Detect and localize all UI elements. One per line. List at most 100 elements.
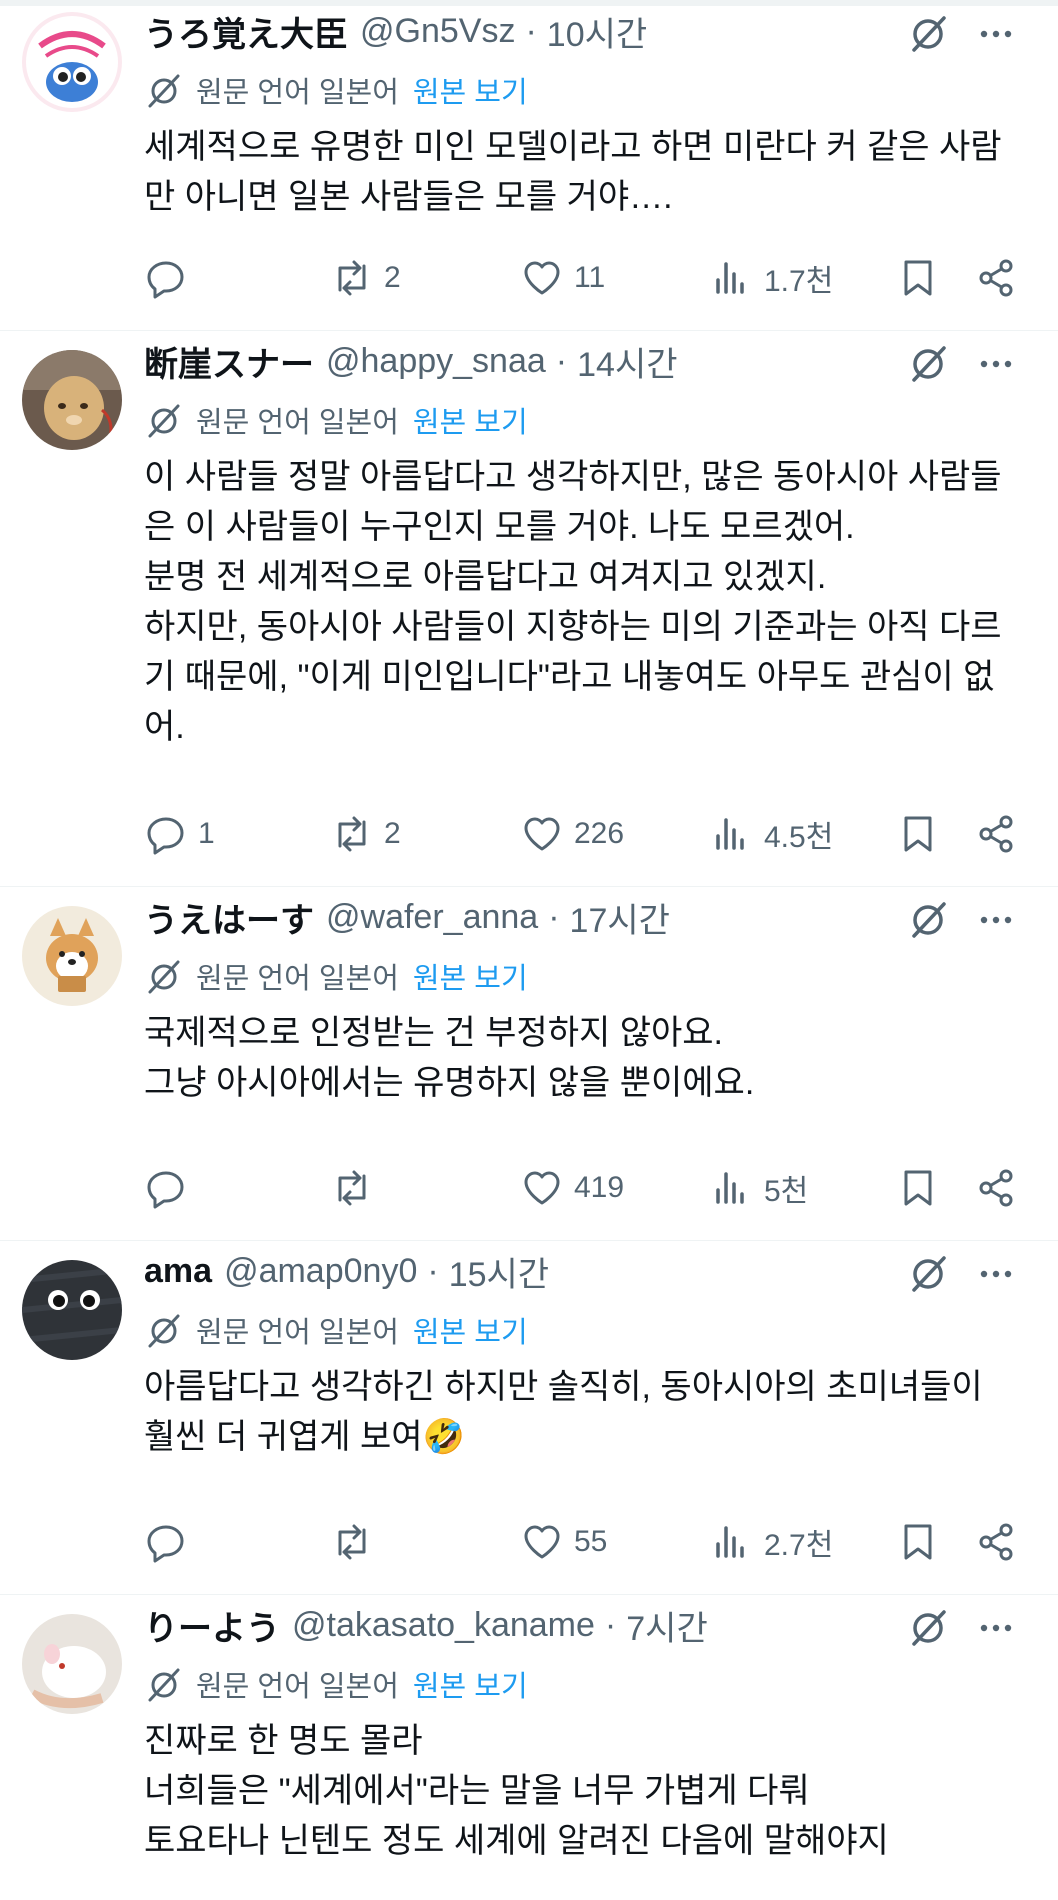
retweet-button[interactable]: 2 [330,804,401,864]
show-original-link[interactable]: 원본 보기 [413,955,528,997]
share-button[interactable] [974,248,1018,308]
retweet-count: 2 [384,261,401,294]
separator-dot: · [525,11,537,50]
tweet-actions: 55 2.7천 [0,1512,1058,1572]
user-handle[interactable]: @happy_snaa [326,342,546,381]
translate-icon [144,1310,184,1350]
more-icon[interactable] [972,1604,1020,1652]
grok-icon[interactable] [904,896,952,944]
views-icon [716,1172,744,1204]
reply-button[interactable]: 1 [144,804,215,864]
display-name[interactable]: うえはーす [144,893,314,942]
bookmark-icon [904,1170,932,1206]
translate-icon [144,70,184,110]
separator-dot: · [604,1605,617,1644]
grok-icon[interactable] [904,1604,952,1652]
retweet-count: 2 [384,817,401,850]
tweet-header: りーよう @takasato_kaname · 7시간 [144,1602,708,1648]
reply-tweet[interactable]: うえはーす @wafer_anna · 17시간 원문 언어 일본어 원본 보기… [0,886,1058,1241]
reply-icon [147,261,184,299]
retweet-button[interactable]: 2 [330,248,401,308]
more-icon[interactable] [972,1250,1020,1298]
views-button[interactable]: 4.5천 [710,804,833,864]
views-icon [716,818,744,850]
like-button[interactable]: 11 [520,248,605,308]
reply-tweet[interactable]: うろ覚え大臣 @Gn5Vsz · 10시간 원문 언어 일본어 원본 보기 세계… [0,0,1058,331]
bookmark-icon [904,260,932,296]
view-count: 4.5천 [764,821,834,854]
share-button[interactable] [974,1158,1018,1218]
timestamp[interactable]: 17시간 [570,893,670,942]
display-name[interactable]: りーよう [144,1601,280,1650]
bookmark-button[interactable] [896,1512,940,1572]
reply-icon [147,817,184,855]
views-icon [716,262,744,294]
grok-icon[interactable] [904,10,952,58]
grok-icon[interactable] [904,1250,952,1298]
translation-label: 원문 언어 일본어 [196,77,399,109]
reply-tweet[interactable]: りーよう @takasato_kaname · 7시간 원문 언어 일본어 원본… [0,1594,1058,1900]
translate-icon [144,956,184,996]
separator-dot: · [548,897,560,936]
like-count: 226 [574,817,625,850]
more-icon[interactable] [972,10,1020,58]
tweet-actions: 419 5천 [0,1158,1058,1218]
like-count: 11 [574,261,606,294]
bookmark-button[interactable] [896,1158,940,1218]
reply-button[interactable] [144,248,198,308]
share-icon [979,259,1013,297]
more-icon[interactable] [972,896,1020,944]
tweet-text: 아름답다고 생각하긴 하지만 솔직히, 동아시아의 초미녀들이 훨씬 더 귀엽게… [144,1368,983,1456]
reply-tweet[interactable]: 断崖スナー @happy_snaa · 14시간 원문 언어 일본어 원본 보기… [0,330,1058,887]
more-icon[interactable] [972,340,1020,388]
translation-notice: 원문 언어 일본어 원본 보기 [144,954,528,998]
avatar[interactable] [22,12,122,112]
like-icon [524,1171,560,1205]
reply-button[interactable] [144,1158,198,1218]
reply-button[interactable] [144,1512,198,1572]
share-button[interactable] [974,804,1018,864]
tweet-header: ama @amap0ny0 · 15시간 [144,1248,549,1294]
reply-icon [147,1171,184,1209]
bookmark-button[interactable] [896,804,940,864]
tweet-text: 세계적으로 유명한 미인 모델이라고 하면 미란다 커 같은 사람 만 아니면 … [144,128,1002,216]
views-button[interactable]: 1.7천 [710,248,833,308]
display-name[interactable]: ama [144,1252,212,1291]
user-handle[interactable]: @wafer_anna [326,898,538,937]
like-button[interactable]: 226 [520,804,624,864]
timestamp[interactable]: 14시간 [577,337,677,386]
avatar[interactable] [22,350,122,450]
user-handle[interactable]: @takasato_kaname [292,1606,595,1645]
timestamp[interactable]: 15시간 [449,1247,549,1296]
separator-dot: · [555,341,568,380]
like-button[interactable]: 419 [520,1158,624,1218]
views-button[interactable]: 5천 [710,1158,808,1218]
reply-tweet[interactable]: ama @amap0ny0 · 15시간 원문 언어 일본어 원본 보기 아름답… [0,1240,1058,1595]
tweet-actions: 1 2 226 4.5천 [0,804,1058,864]
timestamp[interactable]: 7시간 [626,1601,707,1650]
show-original-link[interactable]: 원본 보기 [413,1309,528,1351]
views-button[interactable]: 2.7천 [710,1512,833,1572]
user-handle[interactable]: @Gn5Vsz [360,12,515,51]
display-name[interactable]: 断崖スナー [144,337,314,386]
retweet-button[interactable] [330,1158,384,1218]
show-original-link[interactable]: 원본 보기 [413,69,528,111]
avatar[interactable] [22,1614,122,1714]
tweet-actions: 2 11 1.7천 [0,248,1058,308]
grok-icon[interactable] [904,340,952,388]
views-icon [716,1526,744,1558]
show-original-link[interactable]: 원본 보기 [413,399,528,441]
like-button[interactable]: 55 [520,1512,607,1572]
avatar[interactable] [22,1260,122,1360]
timestamp[interactable]: 10시간 [547,7,647,56]
show-original-link[interactable]: 원본 보기 [413,1663,528,1705]
user-handle[interactable]: @amap0ny0 [224,1252,417,1291]
share-button[interactable] [974,1512,1018,1572]
share-icon [979,1169,1013,1207]
display-name[interactable]: うろ覚え大臣 [144,7,348,56]
translate-icon [144,400,184,440]
retweet-button[interactable] [330,1512,384,1572]
retweet-icon [338,1524,366,1560]
bookmark-button[interactable] [896,248,940,308]
avatar[interactable] [22,906,122,1006]
